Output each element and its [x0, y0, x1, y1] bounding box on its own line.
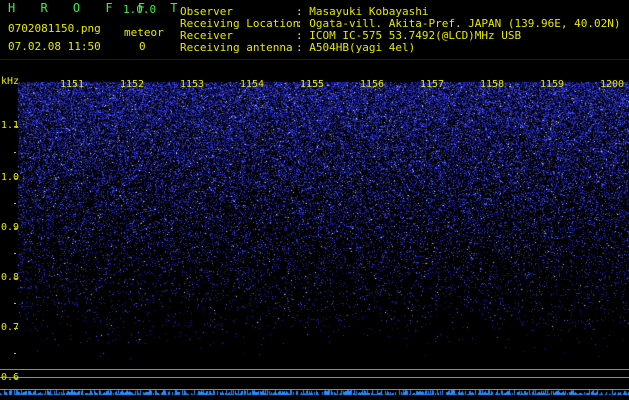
meteor-count: 0 [139, 40, 146, 53]
antenna-label: Receiving antenna [180, 41, 293, 54]
y-tick [14, 228, 18, 229]
baseline-signal [0, 389, 629, 390]
hrofft-window: H R O F F T 1.0.0 0702081150.png meteor … [0, 0, 629, 400]
image-filename: 0702081150.png [8, 22, 101, 35]
x-tick-label: 1158 [480, 79, 505, 90]
x-tick-label: 1151 [60, 79, 85, 90]
x-tick-label: 1156 [360, 79, 385, 90]
reference-line-lower [0, 377, 629, 378]
x-tick-label: 1200 [600, 79, 625, 90]
meteor-label: meteor [124, 26, 164, 39]
y-minor-tick [14, 203, 16, 204]
y-minor-tick [14, 152, 16, 153]
y-minor-tick [14, 353, 16, 354]
y-tick [14, 378, 18, 379]
x-tick-label: 1155 [300, 79, 325, 90]
y-axis-unit: kHz [1, 76, 20, 87]
y-tick [14, 178, 18, 179]
x-tick-label: 1153 [180, 79, 205, 90]
y-tick [14, 328, 18, 329]
y-minor-tick [14, 253, 16, 254]
y-minor-tick [14, 303, 16, 304]
reference-line-upper [0, 369, 629, 370]
app-name: H R O F F T [8, 1, 187, 15]
x-tick-label: 1157 [420, 79, 445, 90]
spectrogram-axes: kHz 1.1 1.0 0.9 0.8 0.7 0.6 1151 1152 1153 1154 11… [0, 60, 629, 400]
x-tick-label: 1154 [240, 79, 265, 90]
app-version: 1.0.0 [123, 3, 157, 16]
x-tick-label: 1152 [120, 79, 145, 90]
y-tick [14, 126, 18, 127]
y-tick [14, 278, 18, 279]
antenna-value: : A504HB(yagi 4el) [296, 41, 416, 54]
observation-datetime: 07.02.08 11:50 [8, 40, 101, 53]
x-tick-label: 1159 [540, 79, 565, 90]
